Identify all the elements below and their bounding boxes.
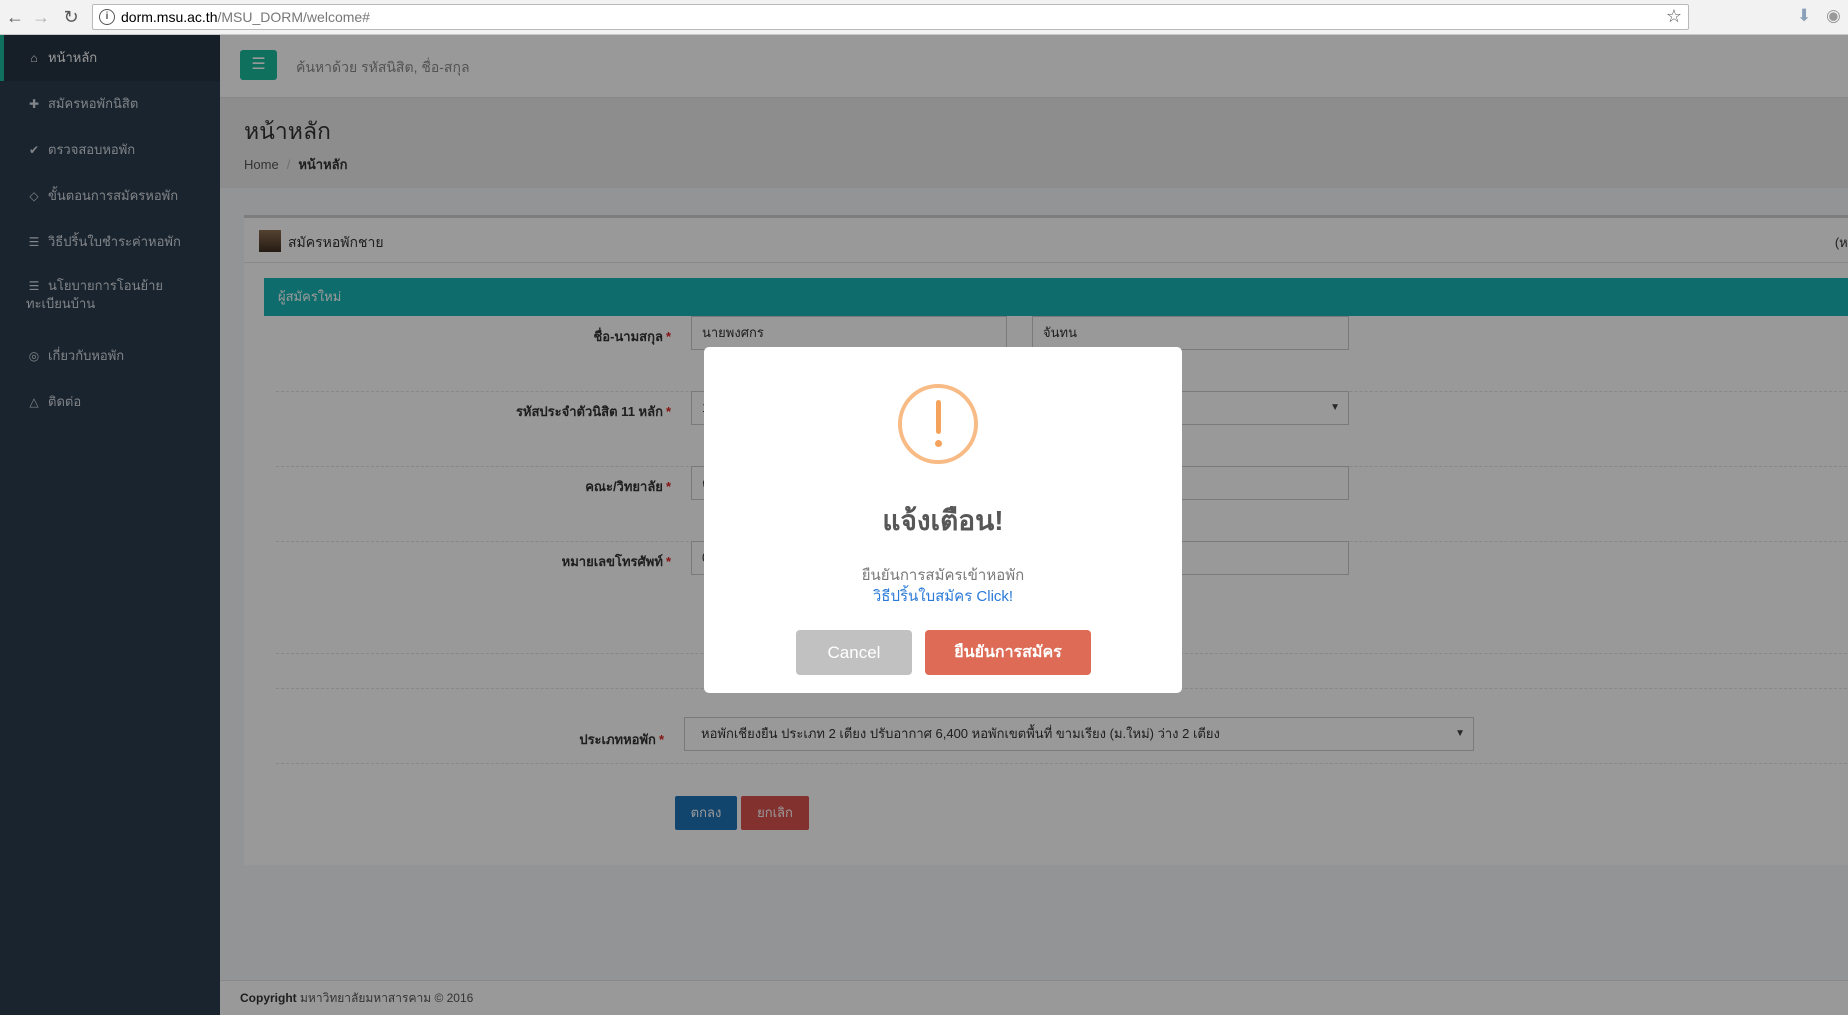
alert-dialog: แจ้งเตือน! ยืนยันการสมัครเข้าหอพัก วิธีป… [704,347,1182,693]
print-application-link[interactable]: วิธีปริ้นใบสมัคร Click! [704,584,1182,608]
dialog-cancel-button[interactable]: Cancel [796,630,912,675]
address-bar[interactable]: i dorm.msu.ac.th/MSU_DORM/welcome# ☆ [92,4,1689,30]
dialog-title: แจ้งเตือน! [882,505,1004,536]
extension-icon[interactable]: ◉ [1826,6,1841,26]
forward-icon[interactable]: → [30,6,52,28]
reload-icon[interactable]: ↻ [60,6,82,28]
warning-icon [898,384,978,464]
warning-icon-bar [936,400,941,434]
info-icon[interactable]: i [99,9,115,25]
url-text: dorm.msu.ac.th/MSU_DORM/welcome# [121,9,370,25]
url-path: /MSU_DORM/welcome# [217,9,370,25]
download-extension-icon[interactable]: ⬇ [1797,6,1811,26]
confirm-application-button[interactable]: ยืนยันการสมัคร [925,630,1091,675]
back-icon[interactable]: ← [4,6,26,28]
warning-icon-dot [935,440,942,447]
url-host: dorm.msu.ac.th [121,9,218,25]
browser-toolbar: ← → ↻ i dorm.msu.ac.th/MSU_DORM/welcome#… [0,0,1848,35]
bookmark-star-icon[interactable]: ☆ [1666,6,1682,27]
